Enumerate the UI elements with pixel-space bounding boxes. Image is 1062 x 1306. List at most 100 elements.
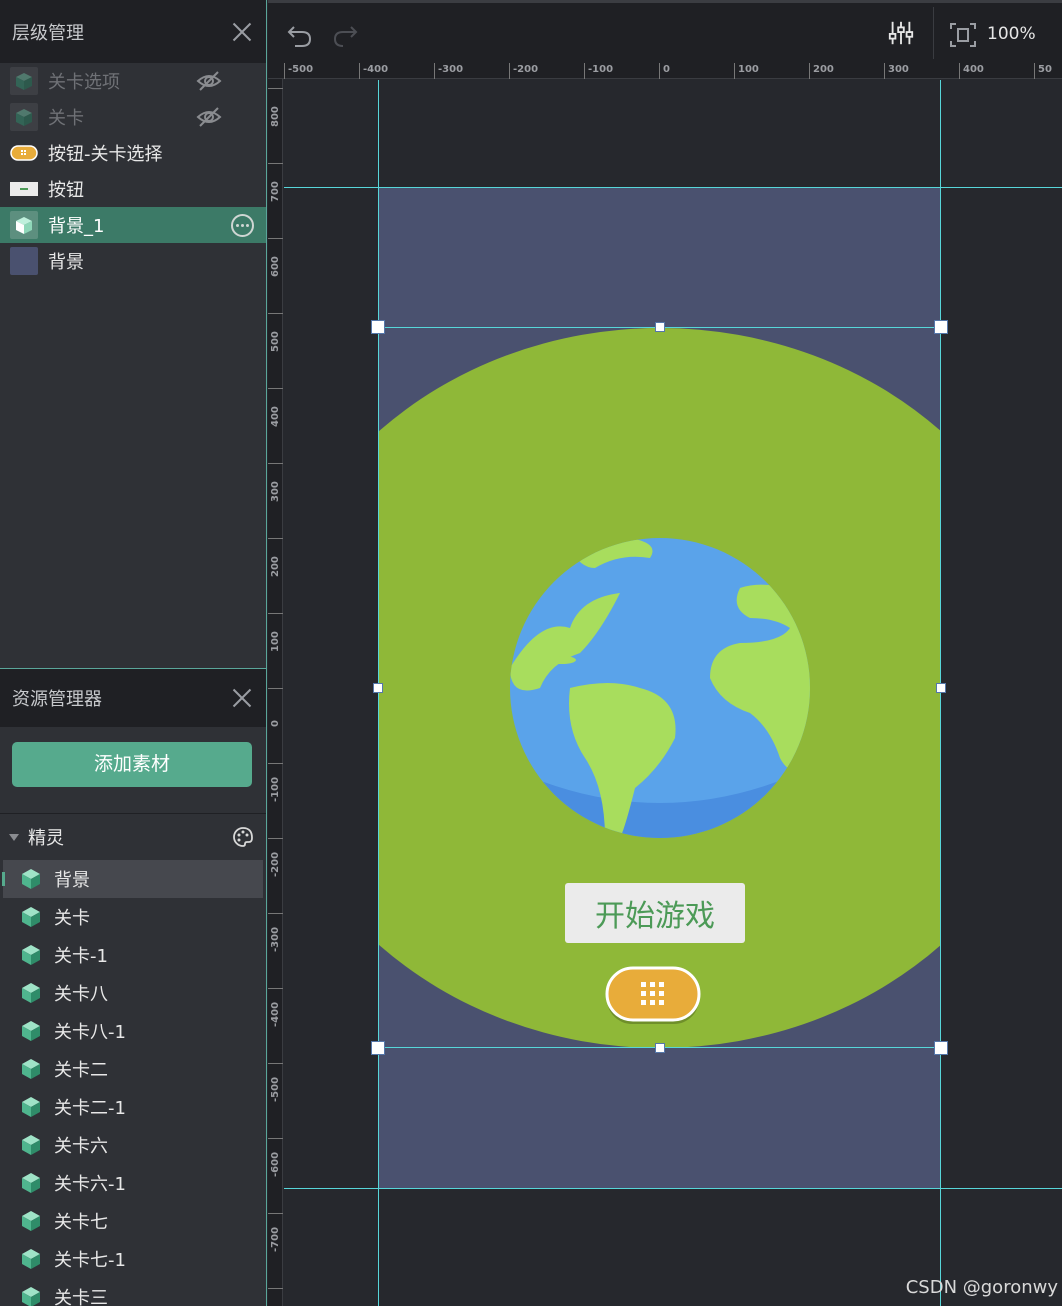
- layer-label: 关卡: [48, 108, 84, 129]
- undo-icon[interactable]: [285, 21, 315, 49]
- fit-screen-icon[interactable]: [948, 21, 978, 49]
- resize-handle[interactable]: [934, 320, 948, 334]
- palette-icon[interactable]: [232, 826, 254, 848]
- layers-panel-title: 层级管理: [12, 22, 84, 44]
- asset-label: 关卡七: [54, 1212, 108, 1233]
- layer-label: 背景_1: [48, 216, 105, 237]
- asset-list: 背景关卡关卡-1 关卡八 关卡八-1 关卡二关卡二-1 关卡六关卡六-1 关卡七关卡七-1…: [0, 860, 266, 1306]
- asset-label: 关卡二-1: [54, 1098, 126, 1119]
- ruler-tick: 300: [884, 63, 909, 79]
- ruler-label: 800: [270, 106, 281, 127]
- cube-icon: [22, 1211, 40, 1231]
- ruler-label: -300: [270, 926, 281, 952]
- redo-icon[interactable]: [330, 21, 360, 49]
- ruler-label: 400: [963, 64, 984, 75]
- zoom-level[interactable]: 100%: [987, 24, 1036, 44]
- ruler-tick: 500: [268, 313, 283, 352]
- ruler-label: -100: [270, 776, 281, 802]
- layer-item[interactable]: 按钮: [0, 171, 266, 207]
- eye-hidden-icon[interactable]: [196, 70, 222, 92]
- toolbar-separator: [933, 7, 934, 59]
- resize-handle[interactable]: [371, 1041, 385, 1055]
- button-thumb-icon: [9, 175, 39, 203]
- ruler-tick: 0: [659, 63, 670, 79]
- asset-item[interactable]: 关卡八-1: [0, 1012, 266, 1050]
- asset-item[interactable]: 关卡三: [0, 1278, 266, 1306]
- asset-label: 关卡: [54, 908, 90, 929]
- resize-handle[interactable]: [936, 683, 946, 693]
- ruler-tick: -700: [268, 1213, 283, 1252]
- vertical-ruler: 800 700 600 500 400 300 200 100 0 -100 -200 -300 -40…: [268, 79, 283, 1306]
- more-options-icon[interactable]: [231, 214, 254, 237]
- asset-label: 关卡-1: [54, 946, 108, 967]
- asset-item[interactable]: 关卡二: [0, 1050, 266, 1088]
- asset-label: 关卡六-1: [54, 1174, 126, 1195]
- eye-hidden-icon[interactable]: [196, 106, 222, 128]
- asset-item[interactable]: 关卡二-1: [0, 1088, 266, 1126]
- layer-item[interactable]: 关卡: [0, 99, 266, 135]
- collapse-triangle-icon[interactable]: [9, 833, 19, 841]
- asset-item[interactable]: 关卡-1: [0, 936, 266, 974]
- asset-item[interactable]: 背景: [2, 860, 263, 898]
- asset-label: 关卡六: [54, 1136, 108, 1157]
- ruler-tick: -200: [268, 838, 283, 877]
- asset-item[interactable]: 关卡七-1: [0, 1240, 266, 1278]
- add-asset-button[interactable]: 添加素材: [12, 742, 252, 787]
- assets-panel: 资源管理器 添加素材 精灵 背景关卡关卡-1 关卡八 关卡八-1 关卡二关卡二-1 关卡…: [0, 668, 266, 1306]
- cube-icon: [9, 103, 39, 131]
- selection-box: [378, 327, 941, 1048]
- watermark: CSDN @goronwy: [905, 1277, 1058, 1298]
- cube-icon: [9, 67, 39, 95]
- cube-icon: [22, 1287, 40, 1306]
- asset-label: 背景: [54, 870, 90, 891]
- sprite-group-header[interactable]: 精灵: [0, 814, 266, 860]
- ruler-tick: -400: [359, 63, 388, 79]
- assets-panel-header: 资源管理器: [0, 669, 266, 727]
- layer-item[interactable]: 背景: [0, 243, 266, 279]
- sliders-icon[interactable]: [886, 19, 916, 47]
- asset-item[interactable]: 关卡: [0, 898, 266, 936]
- group-label: 精灵: [28, 828, 64, 849]
- resize-handle[interactable]: [655, 322, 665, 332]
- ruler-label: 0: [663, 64, 670, 75]
- layer-item[interactable]: 关卡选项: [0, 63, 266, 99]
- layer-label: 按钮-关卡选择: [48, 144, 163, 165]
- asset-item[interactable]: 关卡六-1: [0, 1164, 266, 1202]
- horizontal-ruler: -500 -400 -300 -200 -100 0 100 200 300 400 50: [268, 63, 1062, 79]
- left-panel: 层级管理 关卡选项 关卡 按钮-关卡选择 按钮 背景_1 背景 资源管理器 添加…: [0, 0, 267, 1306]
- assets-panel-title: 资源管理器: [12, 689, 102, 710]
- close-icon[interactable]: [232, 688, 252, 708]
- ruler-label: 0: [270, 720, 281, 727]
- ruler-tick: -500: [268, 1063, 283, 1102]
- ruler-label: -400: [270, 1001, 281, 1027]
- asset-label: 关卡七-1: [54, 1250, 126, 1271]
- resize-handle[interactable]: [934, 1041, 948, 1055]
- asset-label: 关卡三: [54, 1288, 108, 1306]
- ruler-tick: 600: [268, 238, 283, 277]
- cube-icon: [22, 869, 40, 889]
- design-guide-bottom: [284, 1188, 1062, 1189]
- ruler-tick: 400: [959, 63, 984, 79]
- ruler-label: -500: [270, 1076, 281, 1102]
- close-icon[interactable]: [232, 22, 252, 42]
- ruler-label: -300: [438, 64, 464, 75]
- ruler-label: 700: [270, 181, 281, 202]
- asset-item[interactable]: 关卡七: [0, 1202, 266, 1240]
- ruler-label: 100: [270, 631, 281, 652]
- ruler-tick: -600: [268, 1138, 283, 1177]
- scene-canvas[interactable]: 开始游戏 CSDN @goronwy: [284, 80, 1062, 1306]
- ruler-tick: 0: [268, 688, 283, 727]
- ruler-tick: 200: [268, 538, 283, 577]
- resize-handle[interactable]: [373, 683, 383, 693]
- asset-item[interactable]: 关卡六: [0, 1126, 266, 1164]
- asset-item[interactable]: 关卡八: [0, 974, 266, 1012]
- cube-icon: [22, 1249, 40, 1269]
- ruler-tick: 100: [734, 63, 759, 79]
- layer-item[interactable]: 按钮-关卡选择: [0, 135, 266, 171]
- ruler-label: 500: [270, 331, 281, 352]
- layer-item-selected[interactable]: 背景_1: [0, 207, 266, 243]
- resize-handle[interactable]: [371, 320, 385, 334]
- resize-handle[interactable]: [655, 1043, 665, 1053]
- ruler-label: -600: [270, 1151, 281, 1177]
- ruler-label: 400: [270, 406, 281, 427]
